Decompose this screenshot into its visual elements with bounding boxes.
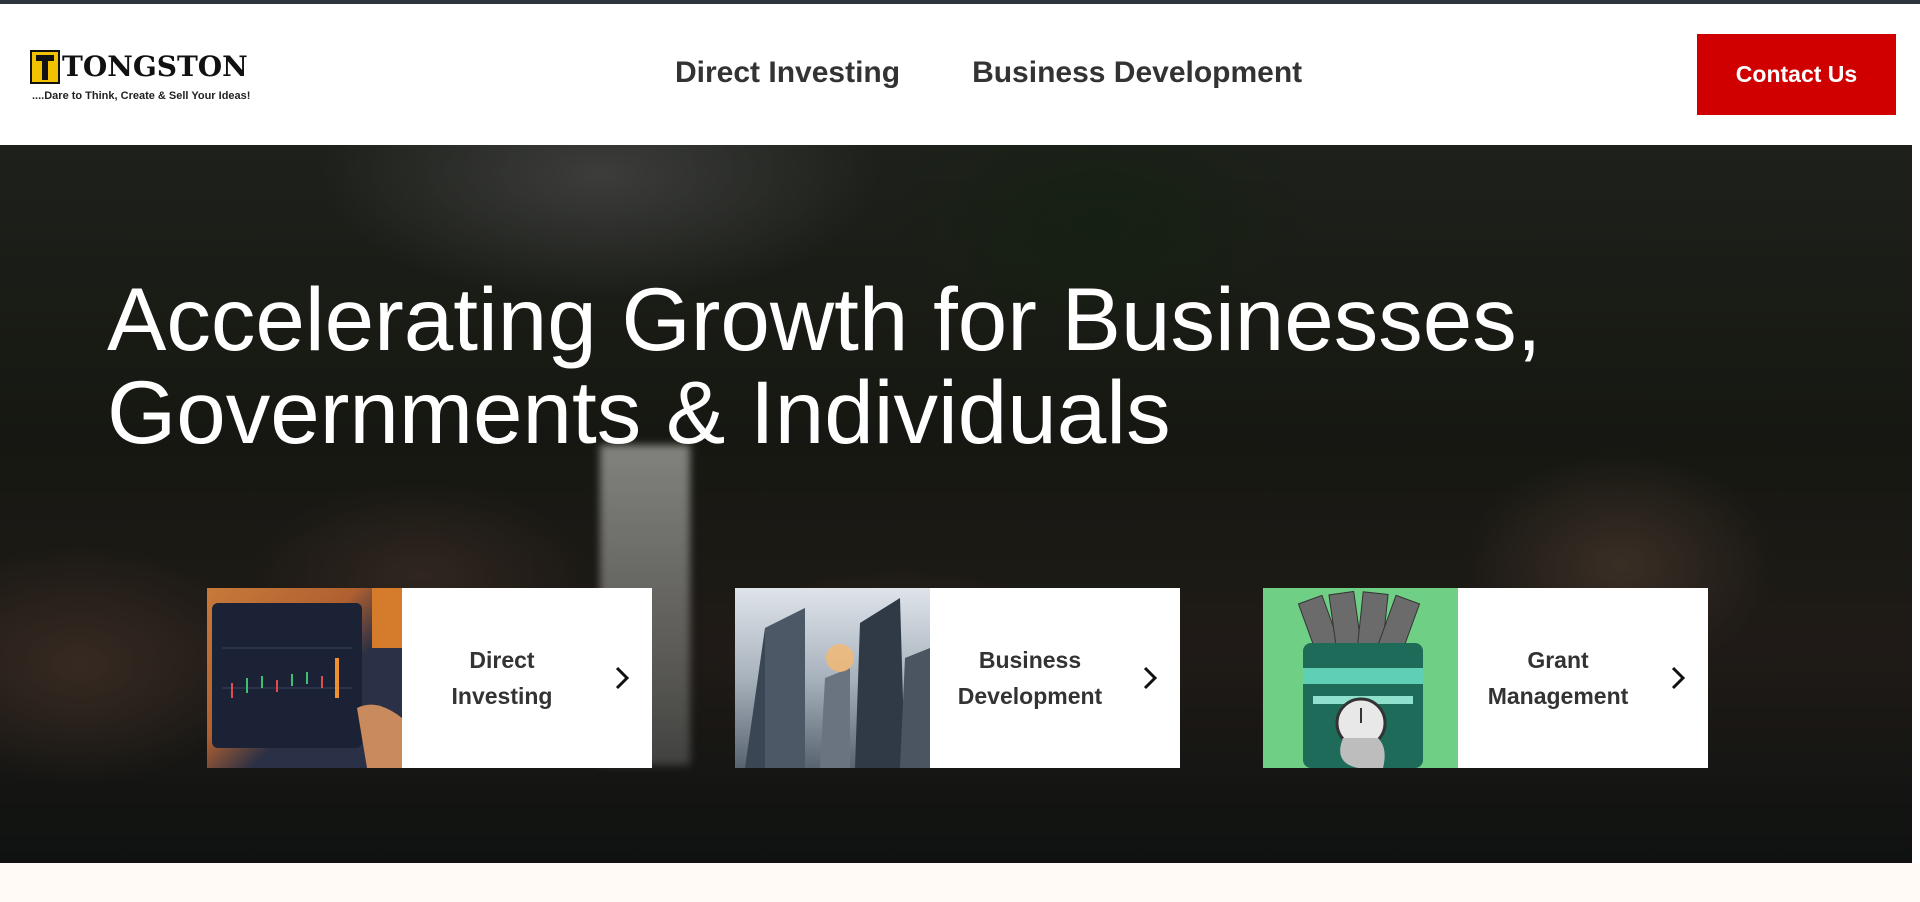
brand-name: TONGSTON [62, 50, 248, 83]
nav-business-development[interactable]: Business Development [972, 56, 1302, 90]
service-card-business-development[interactable]: Business Development [735, 588, 1180, 768]
card-title: Grant Management [1487, 647, 1629, 709]
trading-chart-tablet-image [207, 588, 402, 768]
contact-us-button[interactable]: Contact Us [1697, 34, 1896, 115]
main-nav: Direct Investing Business Development [675, 56, 1302, 90]
chevron-right-icon [592, 588, 652, 768]
nav-direct-investing[interactable]: Direct Investing [675, 56, 900, 90]
brand-tagline: ....Dare to Think, Create & Sell Your Id… [32, 90, 251, 102]
card-label: Direct Investing [402, 588, 592, 768]
hero-section: Accelerating Growth for Businesses, Gove… [0, 145, 1912, 863]
skyscrapers-image [735, 588, 930, 768]
next-section-strip [0, 863, 1920, 902]
logo-mark-icon [30, 50, 60, 84]
card-title: Business Development [957, 647, 1103, 709]
hero-title: Accelerating Growth for Businesses, Gove… [107, 269, 1542, 462]
money-card-stopwatch-image [1263, 588, 1458, 768]
chevron-right-icon [1648, 588, 1708, 768]
card-title: Direct Investing [451, 647, 553, 709]
chevron-right-icon [1120, 588, 1180, 768]
brand-logo[interactable]: TONGSTON ....Dare to Think, Create & Sel… [30, 50, 260, 110]
card-label: Grant Management [1458, 588, 1648, 768]
service-card-direct-investing[interactable]: Direct Investing [207, 588, 652, 768]
service-card-grant-management[interactable]: Grant Management [1263, 588, 1708, 768]
card-label: Business Development [930, 588, 1120, 768]
site-header: TONGSTON ....Dare to Think, Create & Sel… [0, 4, 1920, 145]
